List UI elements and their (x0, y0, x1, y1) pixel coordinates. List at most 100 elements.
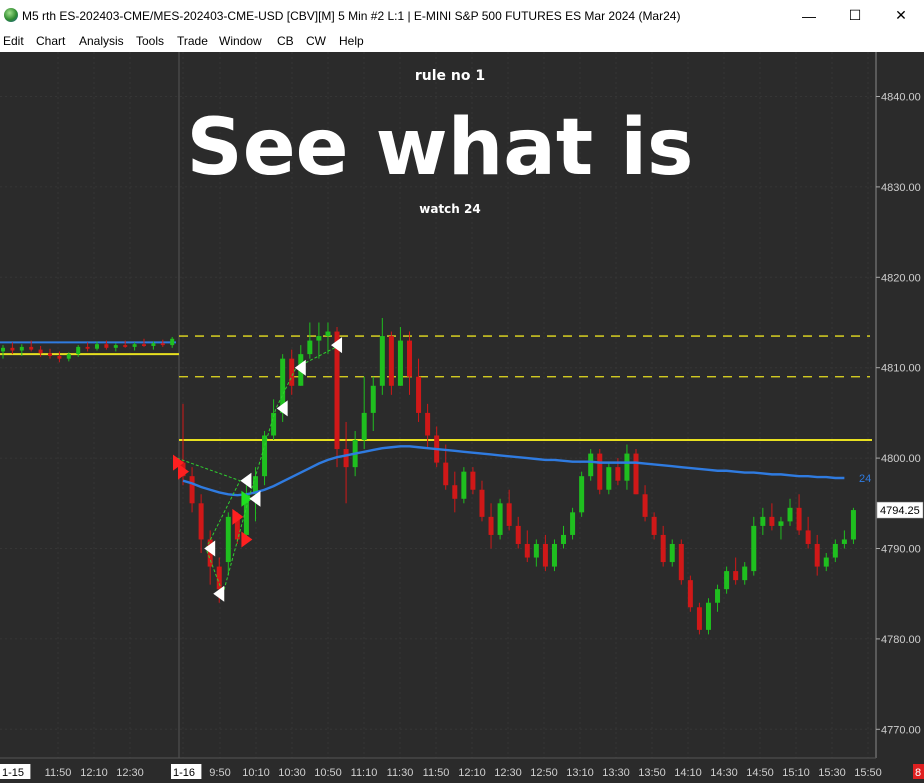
candle-body (561, 534, 567, 544)
candle-body (642, 494, 648, 517)
candle-body (588, 453, 594, 477)
prior-candle-body (76, 346, 81, 355)
candle-body (289, 358, 295, 386)
price-tick-label: 4780.00 (881, 634, 921, 646)
time-tick-label: 14:10 (674, 767, 702, 779)
menu-trade[interactable]: Trade (177, 34, 208, 48)
candle-body (696, 607, 702, 630)
prior-candle-body (123, 345, 128, 347)
time-tick-label: 14:50 (746, 767, 774, 779)
candle-body (570, 512, 576, 535)
candle-body (497, 503, 503, 535)
close-button[interactable]: ✕ (878, 0, 924, 31)
candle-body (452, 485, 458, 499)
candle-body (850, 510, 856, 540)
candle-body (216, 566, 222, 590)
time-tick-label: 13:10 (566, 767, 594, 779)
time-tick-label: 11:50 (423, 767, 450, 779)
candle-body (343, 449, 349, 468)
candle-body (189, 476, 195, 504)
menu-cw[interactable]: CW (306, 34, 326, 48)
prior-candle-body (113, 345, 118, 348)
time-tick-label: 12:10 (458, 767, 486, 779)
candle-body (769, 516, 775, 526)
candle-body (814, 543, 820, 567)
prior-candle-body (170, 338, 175, 346)
candle-body (823, 557, 829, 567)
price-chart[interactable]: 24 4840.00 4830.00 4820.00 4810.00 4800.00 479… (0, 52, 924, 783)
time-tick-label: 12:50 (530, 767, 558, 779)
candle-body (524, 543, 530, 558)
candle-body (832, 543, 838, 558)
candle-body (488, 516, 494, 535)
menu-bar: Edit Chart Analysis Tools Trade Window C… (0, 31, 924, 53)
candle-body (733, 571, 739, 581)
candle-body (597, 453, 603, 490)
candle-body (388, 336, 394, 386)
overlay-rule-text: rule no 1 (414, 68, 486, 84)
menu-cb[interactable]: CB (277, 34, 294, 48)
price-tick-label: 4800.00 (881, 453, 921, 465)
candle-body (425, 412, 431, 436)
candle-body (461, 471, 467, 499)
menu-window[interactable]: Window (219, 34, 262, 48)
price-tick-label: 4770.00 (881, 724, 921, 736)
prior-candle-body (160, 343, 165, 346)
candle-body (624, 453, 630, 481)
time-tick-label: 10:50 (314, 767, 342, 779)
candle-body (579, 476, 585, 513)
menu-help[interactable]: Help (339, 34, 364, 48)
overlay-watch-text: watch 24 (419, 202, 481, 216)
candle-body (651, 516, 657, 535)
current-price-label: 4794.25 (880, 505, 920, 517)
prior-candle-body (48, 353, 52, 356)
candle-body (724, 571, 730, 590)
candle-body (225, 516, 231, 563)
candle-body (307, 340, 313, 355)
price-tick-label: 4840.00 (881, 92, 921, 104)
menu-analysis[interactable]: Analysis (79, 34, 124, 48)
candle-body (778, 521, 784, 526)
prior-candle-body (95, 344, 99, 349)
candle-body (506, 503, 512, 526)
prior-candle-body (1, 347, 5, 352)
moving-average-line (182, 445, 845, 497)
alert-badge-label: 8 (915, 767, 921, 779)
prior-candle-body (29, 346, 34, 350)
candle-body (443, 462, 449, 486)
candle-body (805, 530, 811, 544)
prior-candle-body (19, 346, 24, 351)
minimize-button[interactable]: — (786, 0, 832, 31)
candle-body (633, 453, 639, 495)
time-tick-label: 12:30 (494, 767, 522, 779)
menu-tools[interactable]: Tools (136, 34, 164, 48)
menu-edit[interactable]: Edit (3, 34, 24, 48)
candle-body (515, 525, 521, 544)
prior-candle-body (38, 349, 43, 354)
prior-candle-body (132, 344, 137, 347)
candle-body (551, 543, 557, 567)
maximize-button[interactable]: ☐ (832, 0, 878, 31)
price-tick-label: 4810.00 (881, 363, 921, 375)
candle-body (370, 385, 376, 413)
candle-body (742, 566, 748, 581)
time-tick-label: 15:10 (782, 767, 810, 779)
time-tick-label: 12:30 (116, 767, 144, 779)
candle-body (407, 340, 412, 377)
session-date-label: 1-15 (2, 767, 24, 779)
session-date-label: 1-16 (173, 767, 195, 779)
candle-body (678, 543, 684, 581)
time-tick-label: 11:50 (45, 767, 72, 779)
candle-body (416, 376, 422, 413)
candle-body (841, 539, 847, 544)
price-tick-label: 4830.00 (881, 182, 921, 194)
time-tick-label: 10:10 (242, 767, 270, 779)
time-tick-label: 12:10 (80, 767, 108, 779)
swing-line (176, 344, 341, 596)
app-globe-icon (4, 8, 18, 22)
candle-body (615, 467, 621, 481)
candle-body (198, 503, 204, 540)
prior-candle-body (66, 354, 71, 359)
prior-candle-body (85, 346, 90, 349)
menu-chart[interactable]: Chart (36, 34, 65, 48)
